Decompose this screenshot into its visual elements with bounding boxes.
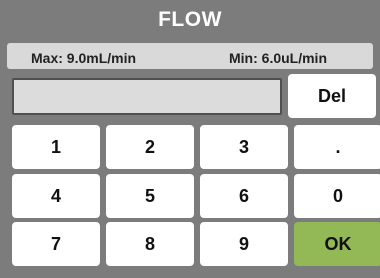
max-flow-label: Max: 9.0mL/min (31, 50, 137, 66)
flow-keypad-dialog: FLOW Max: 9.0mL/min Min: 6.0uL/min Del 1… (0, 0, 380, 278)
decimal-point-button[interactable]: . (294, 125, 380, 169)
key-2-button[interactable]: 2 (106, 125, 194, 169)
key-9-button[interactable]: 9 (200, 222, 288, 266)
key-5-button[interactable]: 5 (106, 174, 194, 218)
range-info-bar: Max: 9.0mL/min Min: 6.0uL/min (7, 43, 373, 69)
ok-button[interactable]: OK (294, 222, 380, 266)
key-7-button[interactable]: 7 (12, 222, 100, 266)
key-3-button[interactable]: 3 (200, 125, 288, 169)
key-1-button[interactable]: 1 (12, 125, 100, 169)
flow-value-input[interactable] (12, 78, 282, 115)
dialog-title: FLOW (158, 8, 222, 31)
delete-button[interactable]: Del (288, 74, 376, 118)
key-0-button[interactable]: 0 (294, 174, 380, 218)
key-8-button[interactable]: 8 (106, 222, 194, 266)
key-6-button[interactable]: 6 (200, 174, 288, 218)
min-flow-label: Min: 6.0uL/min (229, 50, 327, 66)
key-4-button[interactable]: 4 (12, 174, 100, 218)
